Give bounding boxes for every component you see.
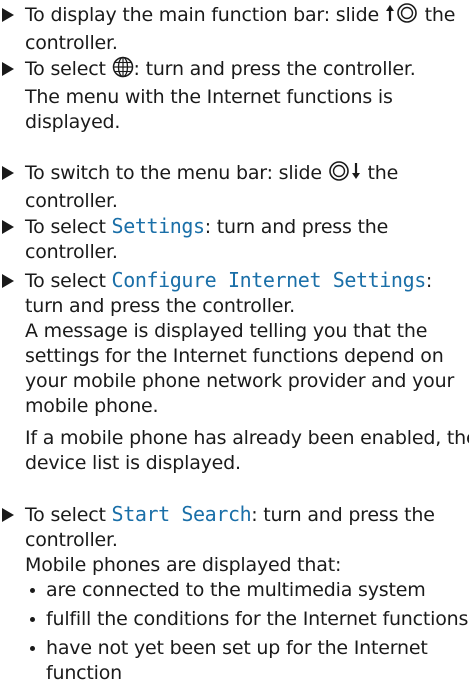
step-result: Mobile phones are displayed that: <box>25 554 342 576</box>
step-arrow-icon <box>2 220 14 234</box>
step-arrow-icon <box>2 8 14 22</box>
step-text: To select <box>25 216 112 238</box>
step-text: : <box>425 270 433 292</box>
list-item: have not yet been set up for the Interne… <box>25 636 469 686</box>
step-text: To select <box>25 270 112 292</box>
step-text-line2: turn and press the controller. <box>25 295 295 317</box>
list-item: are connected to the multimedia system <box>25 578 469 603</box>
menu-item-configure-internet-settings: Configure Internet Settings <box>111 268 427 292</box>
bullet-dot-icon <box>30 646 35 651</box>
step-result: The menu with the Internet functions is … <box>25 86 393 133</box>
slide-down-controller-icon <box>328 160 362 189</box>
step-text: To display the main function bar: slide <box>25 4 385 26</box>
step-text: To select <box>25 58 112 80</box>
step-text: To select <box>25 504 112 526</box>
step-6: To select Start Search: turn and press t… <box>0 502 469 686</box>
step-arrow-icon <box>2 508 14 522</box>
step-4: To select Settings: turn and press the c… <box>0 214 469 265</box>
bullet-list: are connected to the multimedia system f… <box>25 578 469 686</box>
menu-item-settings: Settings <box>111 214 206 238</box>
step-1: To display the main function bar: slide … <box>0 2 469 56</box>
step-result: A message is displayed telling you that … <box>25 320 455 417</box>
step-3: To switch to the menu bar: slide the con… <box>0 160 469 214</box>
step-text: : turn and press the controller. <box>133 58 416 80</box>
step-arrow-icon <box>2 166 14 180</box>
menu-item-start-search: Start Search <box>111 502 252 526</box>
slide-up-controller-icon <box>385 2 419 31</box>
bullet-dot-icon <box>30 617 35 622</box>
instruction-page: To display the main function bar: slide … <box>0 0 469 684</box>
bullet-dot-icon <box>30 588 35 593</box>
step-5: To select Configure Internet Settings: t… <box>0 268 469 476</box>
step-arrow-icon <box>2 62 14 76</box>
step-note: If a mobile phone has already been enabl… <box>25 427 469 474</box>
step-2: To select : turn and press the controlle… <box>0 56 469 135</box>
step-text: To switch to the menu bar: slide <box>25 162 328 184</box>
list-item: fulfill the conditions for the Internet … <box>25 607 469 632</box>
internet-globe-icon <box>112 56 134 85</box>
step-arrow-icon <box>2 274 14 288</box>
